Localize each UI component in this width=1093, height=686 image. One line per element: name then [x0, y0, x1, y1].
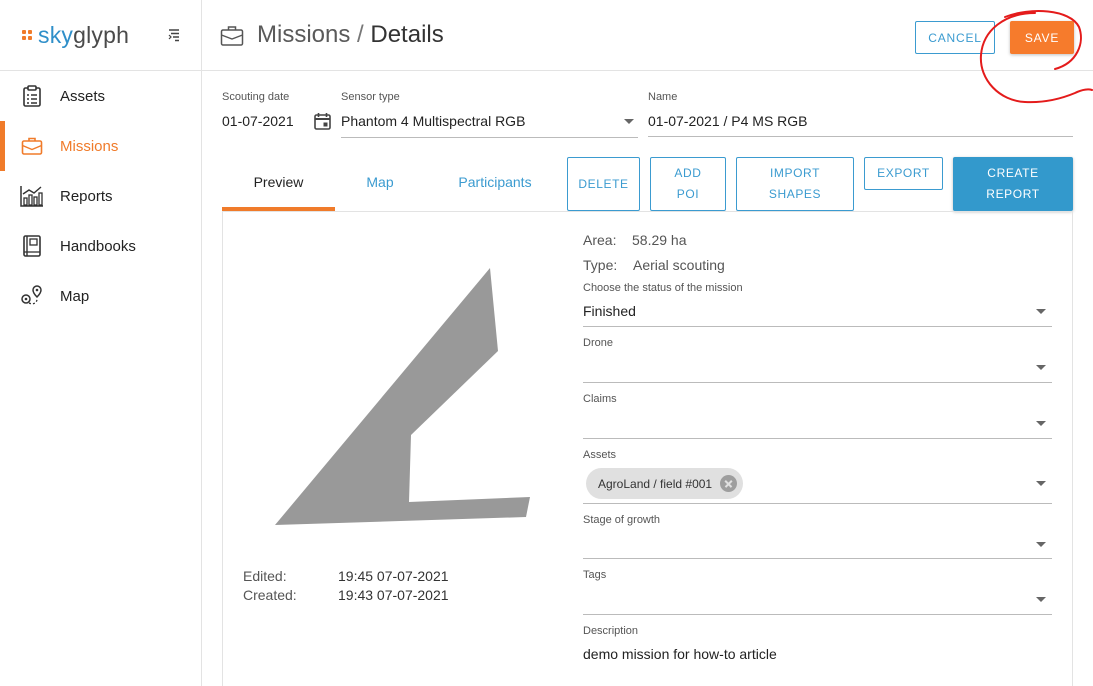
tab-map[interactable]: Map — [335, 157, 425, 211]
app-logo[interactable]: skyglyph — [22, 20, 129, 50]
chevron-down-icon[interactable] — [1036, 309, 1046, 314]
chevron-down-icon[interactable] — [624, 119, 634, 124]
route-icon — [20, 284, 44, 308]
tab-participants[interactable]: Participants — [440, 157, 550, 211]
breadcrumb-separator: / — [357, 21, 364, 48]
asset-chip: AgroLand / field #001 — [586, 468, 744, 499]
scouting-date-label: Scouting date — [222, 91, 290, 103]
sidebar-item-label: Reports — [60, 187, 113, 205]
chevron-down-icon[interactable] — [1036, 597, 1046, 602]
sidebar-item-label: Map — [60, 287, 90, 305]
area-label: Area: — [583, 232, 617, 248]
asset-chip-label: AgroLand / field #001 — [598, 476, 713, 491]
drone-underline — [583, 382, 1052, 383]
stage-underline — [583, 558, 1052, 559]
chart-icon — [20, 184, 44, 208]
export-button[interactable]: EXPORT — [864, 157, 943, 190]
remove-chip-icon[interactable] — [720, 475, 738, 492]
type-value: Aerial scouting — [633, 257, 725, 273]
name-label: Name — [648, 91, 678, 103]
briefcase-icon — [20, 134, 44, 158]
sensor-type-label: Sensor type — [341, 91, 400, 103]
sidebar-item-reports[interactable]: Reports — [0, 171, 201, 221]
page-header: Missions / Details CANCEL SAVE — [202, 0, 1093, 71]
cancel-button[interactable]: CANCEL — [915, 21, 995, 54]
sidebar-item-assets[interactable]: Assets — [0, 71, 201, 121]
status-select[interactable]: Finished — [583, 303, 636, 319]
stage-of-growth-label: Stage of growth — [583, 514, 661, 526]
tab-preview[interactable]: Preview — [222, 157, 335, 211]
briefcase-icon — [220, 26, 244, 46]
sidebar-item-map[interactable]: Map — [0, 271, 201, 321]
description-label: Description — [583, 625, 639, 637]
type-label: Type: — [583, 257, 618, 273]
claims-underline — [583, 438, 1052, 439]
create-report-button[interactable]: CREATE REPORT — [953, 157, 1073, 211]
sensor-type-underline — [341, 137, 638, 138]
chevron-down-icon[interactable] — [1036, 542, 1046, 547]
page-title: Missions / Details — [257, 21, 444, 49]
breadcrumb-section[interactable]: Missions — [257, 21, 350, 48]
drone-label: Drone — [583, 337, 613, 349]
area-value: 58.29 ha — [632, 232, 687, 248]
logo-text-sky: sky — [38, 21, 74, 48]
logo-dots-icon — [22, 30, 32, 40]
chevron-down-icon[interactable] — [1036, 421, 1046, 426]
scouting-date-input[interactable]: 01-07-2021 — [222, 113, 294, 129]
name-input[interactable]: 01-07-2021 / P4 MS RGB — [648, 113, 808, 129]
created-value: 19:43 07-07-2021 — [338, 587, 449, 603]
sidebar-nav: Assets Missions Reports Handbooks Map — [0, 71, 201, 321]
assets-underline — [583, 503, 1052, 504]
claims-label: Claims — [583, 393, 617, 405]
book-icon — [20, 234, 44, 258]
import-shapes-button[interactable]: IMPORT SHAPES — [736, 157, 854, 211]
status-underline — [583, 326, 1052, 327]
sensor-type-select[interactable]: Phantom 4 Multispectral RGB — [341, 113, 525, 129]
sidebar-item-label: Missions — [60, 137, 119, 155]
logo-text-glyph: glyph — [73, 21, 130, 48]
tags-label: Tags — [583, 569, 607, 581]
created-label: Created: — [243, 587, 297, 603]
clipboard-icon — [20, 84, 44, 108]
sidebar-item-label: Handbooks — [60, 237, 136, 255]
calendar-icon[interactable] — [314, 112, 331, 130]
field-shape-preview — [275, 268, 530, 525]
sidebar: skyglyph Assets Missions Reports Handboo… — [0, 0, 202, 686]
name-underline — [648, 136, 1073, 137]
sidebar-item-handbooks[interactable]: Handbooks — [0, 221, 201, 271]
description-input[interactable]: demo mission for how-to article — [583, 646, 777, 662]
add-poi-button[interactable]: ADD POI — [650, 157, 726, 211]
chevron-down-icon[interactable] — [1036, 481, 1046, 486]
status-label: Choose the status of the mission — [583, 282, 743, 294]
breadcrumb-current: Details — [370, 21, 444, 48]
delete-button[interactable]: DELETE — [567, 157, 640, 211]
chevron-down-icon[interactable] — [1036, 365, 1046, 370]
sidebar-item-missions[interactable]: Missions — [0, 121, 201, 171]
tags-underline — [583, 614, 1052, 615]
edited-label: Edited: — [243, 568, 287, 584]
save-button[interactable]: SAVE — [1010, 21, 1074, 54]
sidebar-item-label: Assets — [60, 87, 106, 105]
edited-value: 19:45 07-07-2021 — [338, 568, 449, 584]
assets-label: Assets — [583, 449, 617, 461]
collapse-menu-icon[interactable] — [166, 27, 182, 43]
